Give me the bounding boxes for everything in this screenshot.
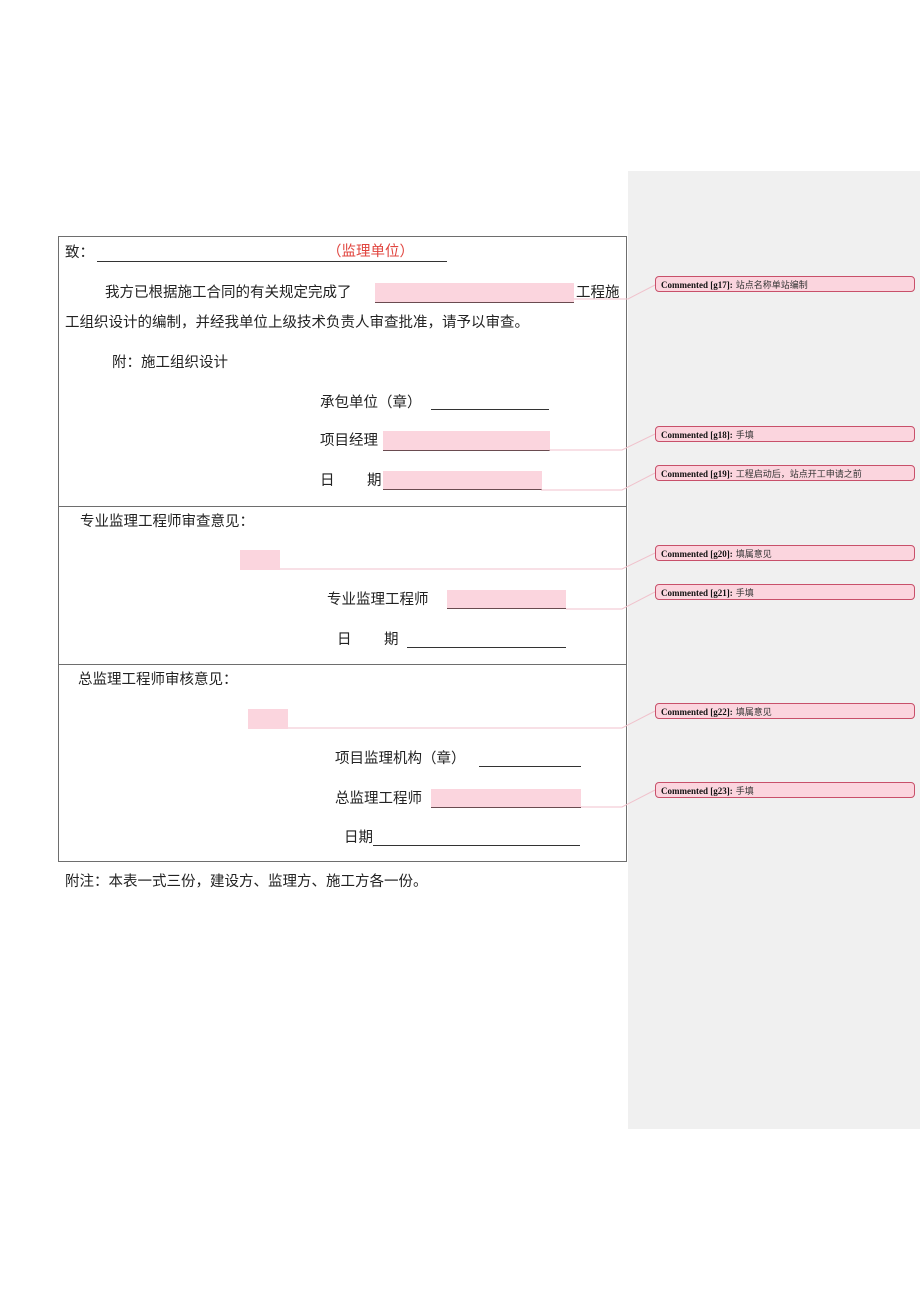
specialist-engineer-label: 专业监理工程师	[327, 592, 429, 608]
comment-text: 站点名称单站编制	[735, 280, 808, 290]
comments-pane	[628, 171, 920, 1129]
comment-text: 手填	[735, 430, 754, 440]
date3-field[interactable]	[373, 845, 580, 846]
comment-g20[interactable]: Commented [g20]: 填属意见	[655, 545, 915, 561]
comment-text: 手填	[735, 588, 754, 598]
date1-label-a: 日	[320, 473, 335, 489]
org-label: 项目监理机构（章）	[335, 751, 466, 767]
specialist-opinion-field[interactable]	[240, 550, 280, 570]
para1-line2: 工组织设计的编制，并经我单位上级技术负责人审查批准，请予以审查。	[65, 315, 529, 331]
attachment-label: 附：施工组织设计	[112, 355, 228, 371]
date1-field[interactable]	[383, 471, 542, 490]
pm-label: 项目经理	[320, 433, 378, 449]
section-specialist-review: 专业监理工程师审查意见： 专业监理工程师 日 期	[59, 506, 626, 664]
comment-id: Commented [g21]:	[661, 588, 733, 598]
date2-field[interactable]	[407, 647, 566, 648]
comment-id: Commented [g19]:	[661, 469, 733, 479]
footnote: 附注：本表一式三份，建设方、监理方、施工方各一份。	[65, 874, 428, 890]
org-field[interactable]	[479, 766, 581, 767]
comment-g23[interactable]: Commented [g23]: 手填	[655, 782, 915, 798]
to-placeholder: （监理单位）	[327, 244, 414, 260]
specialist-engineer-field[interactable]	[447, 590, 566, 609]
para1-text: 我方已根据施工合同的有关规定完成了	[105, 285, 352, 301]
comment-g19[interactable]: Commented [g19]: 工程启动后，站点开工申请之前	[655, 465, 915, 481]
pm-field[interactable]	[383, 431, 550, 451]
comment-g21[interactable]: Commented [g21]: 手填	[655, 584, 915, 600]
comment-text: 工程启动后，站点开工申请之前	[735, 469, 862, 479]
comment-text: 手填	[735, 786, 754, 796]
date2-label-a: 日	[337, 632, 352, 648]
comment-id: Commented [g18]:	[661, 430, 733, 440]
comment-id: Commented [g20]:	[661, 549, 733, 559]
date1-label-b: 期	[367, 473, 382, 489]
comment-g22[interactable]: Commented [g22]: 填属意见	[655, 703, 915, 719]
comment-id: Commented [g17]:	[661, 280, 733, 290]
date3-label: 日期	[344, 830, 373, 846]
date2-label-b: 期	[384, 632, 399, 648]
section-chief-review: 总监理工程师审核意见： 项目监理机构（章） 总监理工程师 日期	[59, 664, 626, 862]
comment-id: Commented [g22]:	[661, 707, 733, 717]
comment-id: Commented [g23]:	[661, 786, 733, 796]
chief-engineer-field[interactable]	[431, 789, 581, 808]
approval-form: 致： （监理单位） 我方已根据施工合同的有关规定完成了 工程施 工组织设计的编制…	[58, 236, 627, 862]
comment-g18[interactable]: Commented [g18]: 手填	[655, 426, 915, 442]
contractor-label: 承包单位（章）	[320, 395, 422, 411]
to-label: 致：	[65, 245, 94, 261]
comment-text: 填属意见	[735, 707, 772, 717]
section-submission: 致： （监理单位） 我方已根据施工合同的有关规定完成了 工程施 工组织设计的编制…	[59, 237, 626, 505]
chief-engineer-label: 总监理工程师	[335, 791, 422, 807]
chief-review-title: 总监理工程师审核意见：	[78, 672, 238, 688]
comment-text: 填属意见	[735, 549, 772, 559]
comment-g17[interactable]: Commented [g17]: 站点名称单站编制	[655, 276, 915, 292]
chief-opinion-field[interactable]	[248, 709, 288, 729]
para1-text-end: 工程施	[576, 285, 620, 301]
specialist-review-title: 专业监理工程师审查意见：	[80, 514, 254, 530]
project-name-field[interactable]	[375, 283, 574, 303]
contractor-field[interactable]	[431, 409, 549, 410]
